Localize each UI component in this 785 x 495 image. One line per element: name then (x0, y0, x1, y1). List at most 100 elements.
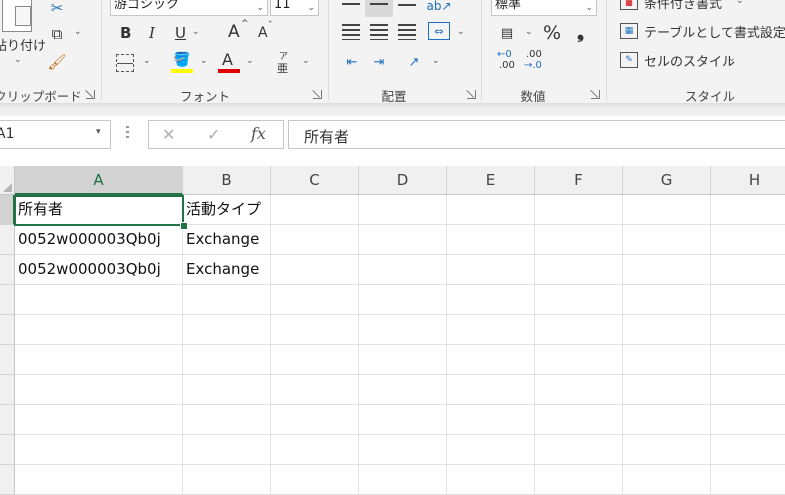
chevron-down-icon[interactable]: ⌄ (200, 56, 208, 66)
merge-center-icon[interactable]: ⇔ (428, 22, 450, 40)
cell-d8[interactable] (359, 405, 447, 435)
cell-a10[interactable] (15, 465, 183, 495)
cell-e1[interactable] (447, 195, 535, 225)
cell-e4[interactable] (447, 285, 535, 315)
column-header-e[interactable]: E (447, 166, 535, 195)
cell-b4[interactable] (183, 285, 271, 315)
clipboard-launcher-icon[interactable] (86, 90, 95, 99)
cell-b8[interactable] (183, 405, 271, 435)
cell-f3[interactable] (535, 255, 623, 285)
cell-g6[interactable] (623, 345, 711, 375)
column-header-a[interactable]: A (15, 166, 183, 195)
cell-d10[interactable] (359, 465, 447, 495)
align-middle-icon[interactable] (365, 0, 393, 17)
cell-a8[interactable] (15, 405, 183, 435)
row-header-4[interactable] (0, 285, 15, 315)
cell-b5[interactable] (183, 315, 271, 345)
grow-font-button[interactable]: A (228, 22, 240, 42)
alignment-launcher-icon[interactable] (467, 90, 476, 99)
cell-d2[interactable] (359, 225, 447, 255)
cell-h5[interactable] (711, 315, 785, 345)
orientation-icon[interactable]: ab↗ (426, 0, 451, 15)
number-format-combo[interactable]: 標準 ⌄ (491, 0, 597, 16)
cell-g1[interactable] (623, 195, 711, 225)
fill-color-icon[interactable]: 🪣 (172, 51, 192, 69)
cell-a7[interactable] (15, 375, 183, 405)
cell-a5[interactable] (15, 315, 183, 345)
font-launcher-icon[interactable] (313, 90, 322, 99)
chevron-down-icon[interactable]: ⌄ (192, 27, 200, 37)
percent-style-button[interactable]: % (543, 22, 561, 44)
cell-h4[interactable] (711, 285, 785, 315)
cell-g3[interactable] (623, 255, 711, 285)
chevron-down-icon[interactable]: ⌄ (302, 56, 310, 66)
chevron-down-icon[interactable]: ⌄ (74, 27, 82, 37)
accounting-format-icon[interactable]: ▤ (496, 24, 518, 42)
copy-icon[interactable]: ⧉ (46, 24, 68, 44)
row-header-1[interactable] (0, 195, 15, 225)
chevron-down-icon[interactable]: ⌄ (457, 27, 465, 37)
row-header-2[interactable] (0, 225, 15, 255)
cell-f4[interactable] (535, 285, 623, 315)
chevron-down-icon[interactable]: ⌄ (246, 56, 254, 66)
cell-d3[interactable] (359, 255, 447, 285)
cell-f2[interactable] (535, 225, 623, 255)
chevron-down-icon[interactable]: ⌄ (432, 56, 440, 66)
decrease-indent-icon[interactable]: ⇤ (342, 53, 362, 71)
italic-button[interactable]: I (149, 24, 155, 42)
cell-f7[interactable] (535, 375, 623, 405)
format-painter-icon[interactable]: 🖌 (46, 52, 68, 72)
cell-c9[interactable] (271, 435, 359, 465)
column-header-f[interactable]: F (535, 166, 623, 195)
align-center-icon[interactable] (370, 24, 388, 40)
row-header-8[interactable] (0, 405, 15, 435)
cell-f8[interactable] (535, 405, 623, 435)
cell-c2[interactable] (271, 225, 359, 255)
column-header-c[interactable]: C (271, 166, 359, 195)
cell-a6[interactable] (15, 345, 183, 375)
cell-g4[interactable] (623, 285, 711, 315)
cell-e3[interactable] (447, 255, 535, 285)
cell-c10[interactable] (271, 465, 359, 495)
cell-g8[interactable] (623, 405, 711, 435)
cell-e9[interactable] (447, 435, 535, 465)
align-top-icon[interactable] (342, 3, 360, 5)
cell-b6[interactable] (183, 345, 271, 375)
cell-f10[interactable] (535, 465, 623, 495)
cell-g2[interactable] (623, 225, 711, 255)
cell-h9[interactable] (711, 435, 785, 465)
font-color-button[interactable]: A (222, 50, 233, 69)
cell-styles-button[interactable]: ✎ セルのスタイル ⌄ (620, 50, 770, 70)
font-size-combo[interactable]: 11 ⌄ (270, 0, 319, 16)
cell-d1[interactable] (359, 195, 447, 225)
text-direction-icon[interactable]: ↗ (404, 53, 424, 71)
enter-icon[interactable]: ✓ (207, 125, 220, 144)
cell-e10[interactable] (447, 465, 535, 495)
row-header-10[interactable] (0, 465, 15, 495)
cell-g10[interactable] (623, 465, 711, 495)
cancel-icon[interactable]: ✕ (162, 125, 175, 144)
column-header-b[interactable]: B (183, 166, 271, 195)
cell-a4[interactable] (15, 285, 183, 315)
cell-h10[interactable] (711, 465, 785, 495)
cell-b2[interactable]: Exchange (183, 225, 271, 255)
cell-b9[interactable] (183, 435, 271, 465)
cell-h8[interactable] (711, 405, 785, 435)
cell-e5[interactable] (447, 315, 535, 345)
align-right-icon[interactable] (398, 24, 416, 40)
column-header-d[interactable]: D (359, 166, 447, 195)
cell-c1[interactable] (271, 195, 359, 225)
font-name-combo[interactable]: 游ゴシック ⌄ (110, 0, 268, 16)
cell-h7[interactable] (711, 375, 785, 405)
cell-c8[interactable] (271, 405, 359, 435)
cell-a1[interactable]: 所有者 (15, 195, 183, 225)
cell-e2[interactable] (447, 225, 535, 255)
column-header-g[interactable]: G (623, 166, 711, 195)
increase-decimal-top[interactable]: ←0 (497, 49, 512, 60)
cell-d5[interactable] (359, 315, 447, 345)
cell-h6[interactable] (711, 345, 785, 375)
cell-d4[interactable] (359, 285, 447, 315)
cell-d7[interactable] (359, 375, 447, 405)
border-icon[interactable] (116, 54, 134, 72)
chevron-down-icon[interactable]: ⌄ (143, 56, 151, 66)
